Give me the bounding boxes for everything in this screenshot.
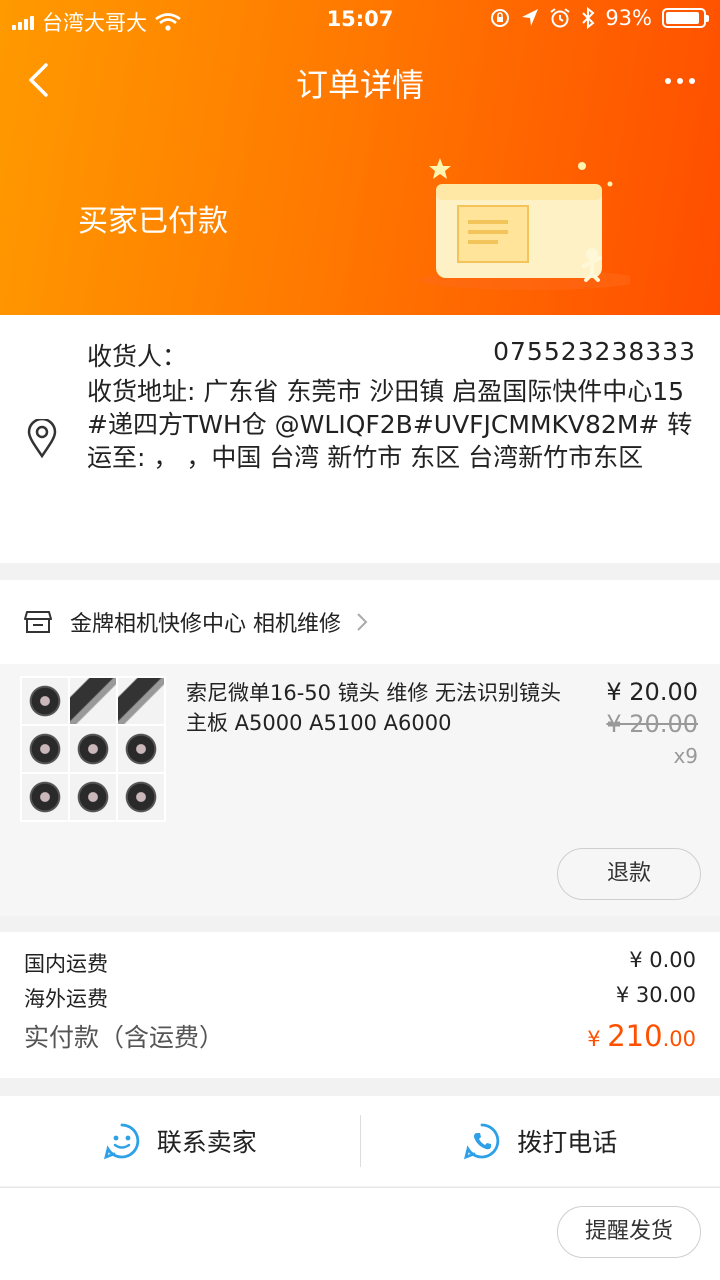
alarm-icon (550, 8, 570, 28)
original-price: ¥ 20.00 (606, 710, 698, 738)
domestic-shipping-row: 国内运费 ¥ 0.00 (24, 948, 696, 978)
receiver-label: 收货人： (87, 342, 188, 371)
battery-icon (662, 8, 709, 28)
status-right: 93% (489, 6, 709, 30)
call-phone-button[interactable]: 拨打电话 (361, 1096, 720, 1186)
status-bar: 台湾大哥大 15:07 93% (0, 0, 720, 40)
total-currency: ¥ (587, 1027, 608, 1051)
shop-name: 金牌相机快修中心 相机维修 (70, 612, 341, 637)
navigation-bar: 订单详情 (0, 50, 720, 112)
order-status-header: 台湾大哥大 15:07 93% 订单详情 买家已付款 (0, 0, 720, 315)
battery-percent: 93% (605, 6, 652, 30)
call-phone-label: 拨打电话 (517, 1128, 618, 1157)
total-decimal: .00 (662, 1027, 696, 1051)
page-title: 订单详情 (295, 66, 424, 104)
order-item[interactable]: 索尼微单16-50 镜头 维修 无法识别镜头 主板 A5000 A5100 A6… (0, 664, 720, 916)
contact-seller-button[interactable]: 联系卖家 (0, 1096, 360, 1186)
shop-header[interactable]: 金牌相机快修中心 相机维修 (0, 580, 720, 664)
contact-seller-label: 联系卖家 (156, 1128, 257, 1157)
bottom-action-bar: 提醒发货 (0, 1187, 720, 1280)
overseas-shipping-label: 海外运费 (24, 987, 108, 1011)
contact-bar: 联系卖家 拨打电话 (0, 1096, 720, 1186)
bluetooth-icon (582, 7, 595, 29)
fee-summary: 国内运费 ¥ 0.00 海外运费 ¥ 30.00 实付款（含运费） ¥ 210.… (0, 932, 720, 1078)
domestic-shipping-label: 国内运费 (24, 952, 108, 976)
domestic-shipping-value: ¥ 0.00 (629, 948, 696, 972)
shipping-address: 收货地址: 广东省 东莞市 沙田镇 启盈国际快件中心15#递四方TWH仓 @WL… (87, 377, 693, 472)
refund-button[interactable]: 退款 (557, 848, 701, 900)
total-paid-amount: ¥ 210.00 (587, 1019, 696, 1053)
orientation-lock-icon (491, 9, 510, 27)
more-options-button[interactable] (658, 64, 702, 98)
remind-ship-button[interactable]: 提醒发货 (557, 1206, 701, 1258)
order-status-text: 买家已付款 (78, 204, 228, 239)
product-title: 索尼微单16-50 镜头 维修 无法识别镜头 主板 A5000 A5100 A6… (186, 681, 562, 735)
chevron-right-icon (357, 613, 368, 631)
product-price: ¥ 20.00 (606, 678, 698, 706)
overseas-shipping-row: 海外运费 ¥ 30.00 (24, 983, 696, 1013)
package-box-illustration (420, 158, 630, 290)
product-thumbnail[interactable] (20, 676, 166, 822)
overseas-shipping-value: ¥ 30.00 (615, 983, 696, 1007)
store-icon (24, 611, 52, 633)
chat-smile-icon (103, 1123, 139, 1160)
battery-level (666, 12, 700, 24)
location-pin-icon (27, 419, 57, 459)
total-paid-row: 实付款（含运费） ¥ 210.00 (24, 1018, 696, 1054)
total-integer: 210 (607, 1019, 663, 1053)
product-quantity: x9 (673, 744, 698, 768)
shipping-address-card[interactable]: 收货人： 075523238333 收货地址: 广东省 东莞市 沙田镇 启盈国际… (0, 315, 720, 563)
total-paid-label: 实付款（含运费） (24, 1023, 225, 1052)
receiver-phone: 075523238333 (493, 337, 696, 366)
phone-icon (464, 1123, 500, 1160)
location-icon (522, 9, 539, 26)
